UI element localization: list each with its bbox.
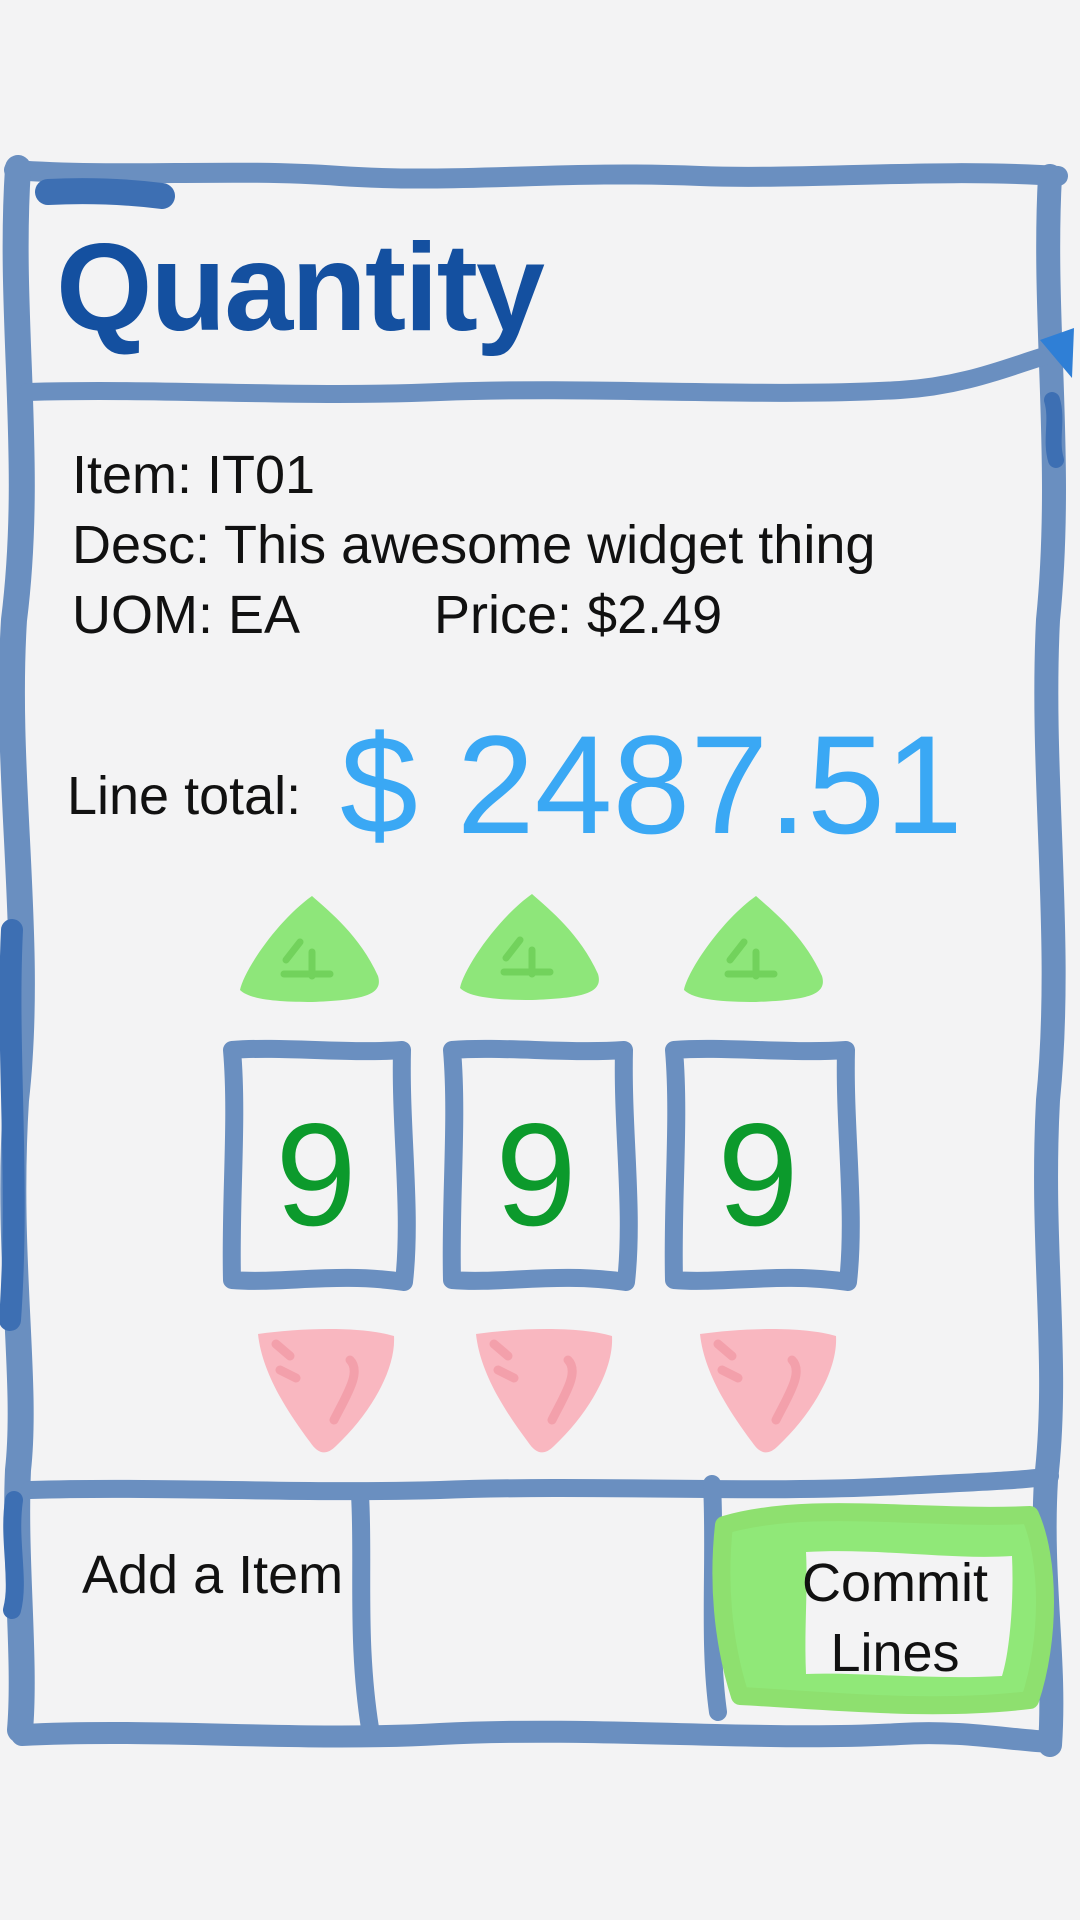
frame-accent-bottom-left [3,1491,24,1619]
line-total-value: $ 2487.51 [340,706,963,863]
item-code: Item: IT01 [72,445,316,505]
increment-digit-1-button[interactable] [236,884,386,1010]
add-item-label: Add a Item [82,1545,344,1605]
quantity-digit-3[interactable]: 9 [686,1095,830,1255]
page-title: Quantity [56,219,545,357]
frame-accent-top [35,178,175,209]
item-description: Desc: This awesome widget thing [72,515,876,575]
increment-digit-3-button[interactable] [680,884,830,1010]
quantity-digit-1[interactable]: 9 [244,1095,388,1255]
frame-accent-left [0,919,25,1331]
decrement-digit-1-button[interactable] [252,1324,402,1464]
add-item-button[interactable]: Add a Item [30,1500,355,1725]
item-uom: UOM: EA [72,585,301,645]
increment-digit-2-button[interactable] [456,882,606,1008]
decrement-digit-3-button[interactable] [694,1324,844,1464]
footer-divider [21,1467,1059,1501]
quantity-screen: Quantity Item: IT01 Desc: This awesome w… [0,0,1080,1920]
line-total-label: Line total: [67,766,302,826]
footer-empty-slot [372,1500,702,1725]
decrement-digit-2-button[interactable] [470,1324,620,1464]
footer-separator-left [351,1486,379,1737]
outer-frame-bottom [11,1720,1061,1753]
outer-frame-top [4,160,1068,189]
commit-label-line1: Commit [802,1553,988,1613]
quantity-digit-2[interactable]: 9 [464,1095,608,1255]
header-divider [19,345,1061,403]
item-price: Price: $2.49 [434,585,723,645]
commit-label-line2: Lines [830,1623,960,1683]
frame-accent-right [1044,392,1064,468]
commit-lines-button[interactable]: Commit Lines [720,1500,1045,1725]
